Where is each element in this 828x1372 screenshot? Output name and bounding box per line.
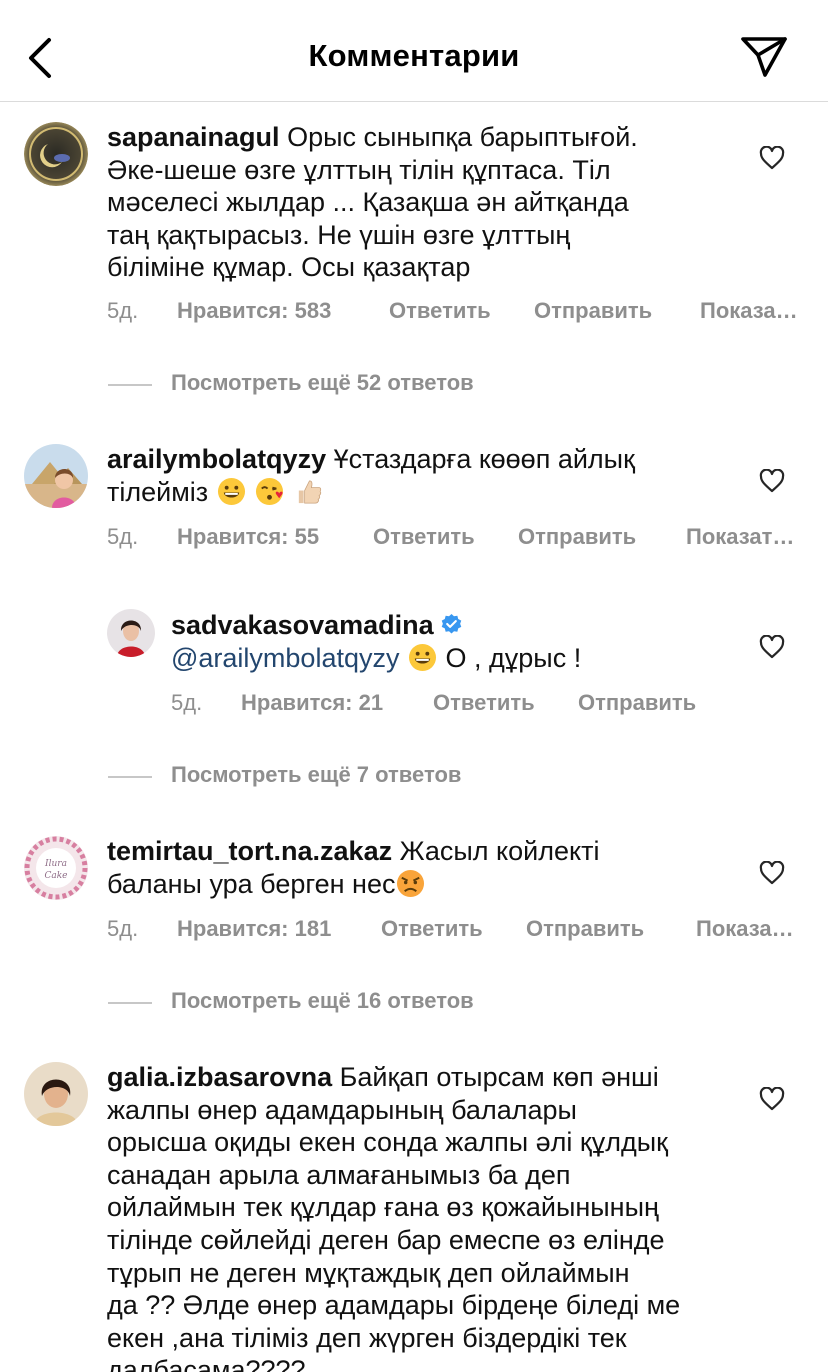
verified-badge-icon bbox=[441, 613, 461, 634]
comment-time: 5д. bbox=[171, 690, 203, 715]
comment-line: Жасыл койлекті bbox=[399, 836, 600, 866]
heart-outline-icon bbox=[759, 861, 785, 885]
likes-count[interactable]: Нравится: 55 bbox=[177, 524, 319, 550]
comment-text: sadvakasovamadina @arailymbolatqyzy О , … bbox=[171, 609, 751, 674]
comment-line: мәселесі жылдар ... Қазақша ән айтқанда bbox=[107, 187, 629, 218]
show-translation-button[interactable]: Показат… bbox=[686, 524, 794, 550]
comment-line: далбасама???? bbox=[107, 1355, 306, 1372]
comment-line: Әке-шеше өзге ұлттың тілін құптаса. Тіл bbox=[107, 154, 611, 185]
comment-text: galia.izbasarovna Байқап отырсам көп әнш… bbox=[107, 1061, 757, 1372]
reply-button[interactable]: Ответить bbox=[373, 524, 475, 550]
avatar[interactable] bbox=[24, 122, 88, 186]
comment-line: санадан арыла алмағанымыз ба деп bbox=[107, 1159, 571, 1190]
comment-line: екен ,ана тіліміз деп жүрген біздердікі … bbox=[107, 1322, 627, 1353]
thumbs-up-emoji bbox=[298, 480, 321, 504]
comment-username[interactable]: temirtau_tort.na.zakaz bbox=[107, 836, 392, 866]
divider-line bbox=[108, 384, 152, 386]
comment-text: sapanainagul Орыс сыныпқа барыптығой. Әк… bbox=[107, 121, 757, 284]
view-more-replies-label[interactable]: Посмотреть ещё 7 ответов bbox=[171, 762, 461, 788]
comment-line: ойлаймын тек құлдар ғана өз қожайынының bbox=[107, 1192, 659, 1223]
send-button[interactable]: Отправить bbox=[518, 524, 636, 550]
heart-outline-icon bbox=[759, 635, 785, 659]
comment-meta: 5д. Нравится: 21 Ответить Отправить bbox=[0, 690, 828, 718]
comment-username[interactable]: galia.izbasarovna bbox=[107, 1062, 332, 1092]
comment-line: да ?? Әлде өнер адамдары бірдеңе біледі … bbox=[107, 1290, 681, 1321]
avatar[interactable] bbox=[24, 444, 88, 508]
comment-time: 5д. bbox=[107, 916, 139, 941]
comment-time: 5д. bbox=[107, 298, 139, 323]
comment-username[interactable]: sapanainagul bbox=[107, 122, 280, 152]
comment-line: Орыс сыныпқа барыптығой. bbox=[287, 122, 638, 152]
comment-line: тілінде сөйлейді деген бар емеспе өз елі… bbox=[107, 1224, 665, 1255]
likes-count[interactable]: Нравится: 181 bbox=[177, 916, 331, 942]
like-button[interactable] bbox=[752, 1079, 792, 1119]
heart-outline-icon bbox=[759, 469, 785, 493]
comment-meta: 5д. Нравится: 55 Ответить Отправить Пока… bbox=[0, 524, 828, 552]
reply-button[interactable]: Ответить bbox=[389, 298, 491, 324]
likes-count[interactable]: Нравится: 21 bbox=[241, 690, 383, 716]
header-bar: Комментарии bbox=[0, 0, 828, 102]
view-more-replies-label[interactable]: Посмотреть ещё 16 ответов bbox=[171, 988, 474, 1014]
comment-line: О , дұрыс ! bbox=[445, 642, 582, 673]
grinning-face-emoji bbox=[217, 477, 245, 505]
send-button[interactable]: Отправить bbox=[526, 916, 644, 942]
mention-link[interactable]: @arailymbolatqyzy bbox=[171, 643, 400, 673]
grinning-face-emoji bbox=[408, 643, 437, 671]
divider-line bbox=[108, 1002, 152, 1004]
like-button[interactable] bbox=[752, 627, 792, 667]
send-button[interactable]: Отправить bbox=[578, 690, 696, 716]
comment-line: орысша оқиды екен сонда жалпы әлі құлдық bbox=[107, 1127, 668, 1158]
likes-count[interactable]: Нравится: 583 bbox=[177, 298, 331, 324]
angry-face-emoji bbox=[397, 869, 425, 897]
comment-line: жалпы өнер адамдарының балалары bbox=[107, 1094, 577, 1125]
comment-text: temirtau_tort.na.zakaz Жасыл койлекті ба… bbox=[107, 835, 757, 900]
avatar[interactable] bbox=[24, 1062, 88, 1126]
comment-line: баланы ура берген нес bbox=[107, 868, 396, 899]
like-button[interactable] bbox=[752, 853, 792, 893]
comment-meta: 5д. Нравится: 583 Ответить Отправить Пок… bbox=[0, 298, 828, 326]
comment-username[interactable]: arailymbolatqyzy bbox=[107, 444, 326, 474]
view-more-replies-label[interactable]: Посмотреть ещё 52 ответов bbox=[171, 370, 474, 396]
comment-line: тілейміз bbox=[107, 476, 209, 507]
avatar[interactable] bbox=[107, 609, 155, 657]
avatar[interactable]: Ilura Cake bbox=[24, 836, 88, 900]
reply-button[interactable]: Ответить bbox=[381, 916, 483, 942]
comment-time: 5д. bbox=[107, 524, 139, 549]
send-button[interactable]: Отправить bbox=[534, 298, 652, 324]
face-blowing-kiss-emoji bbox=[256, 477, 284, 505]
comment-line: таң қақтырасыз. Не үшін өзге ұлттың bbox=[107, 219, 571, 250]
reply-button[interactable]: Ответить bbox=[433, 690, 535, 716]
divider-line bbox=[108, 776, 152, 778]
like-button[interactable] bbox=[752, 138, 792, 178]
show-translation-button[interactable]: Показа… bbox=[696, 916, 794, 942]
page-title: Комментарии bbox=[308, 38, 520, 73]
paper-plane-icon bbox=[741, 37, 787, 77]
comment-text: arailymbolatqyzy Ұстаздарға көөөп айлық … bbox=[107, 443, 757, 508]
share-button[interactable] bbox=[736, 32, 792, 82]
comment-username[interactable]: sadvakasovamadina bbox=[171, 610, 434, 640]
comment-line: тұрып не деген мұқтаждық деп ойлаймын bbox=[107, 1257, 630, 1288]
heart-outline-icon bbox=[759, 146, 785, 170]
comment-line: Ұстаздарға көөөп айлық bbox=[333, 444, 635, 474]
svg-text:Cake: Cake bbox=[44, 871, 67, 881]
like-button[interactable] bbox=[752, 461, 792, 501]
heart-outline-icon bbox=[759, 1087, 785, 1111]
comment-line: Байқап отырсам көп әнші bbox=[339, 1062, 659, 1092]
svg-text:Ilura: Ilura bbox=[44, 859, 67, 869]
show-translation-button[interactable]: Показа… bbox=[700, 298, 798, 324]
comment-line: біліміне құмар. Осы қазақтар bbox=[107, 252, 471, 283]
comment-meta: 5д. Нравится: 181 Ответить Отправить Пок… bbox=[0, 916, 828, 944]
